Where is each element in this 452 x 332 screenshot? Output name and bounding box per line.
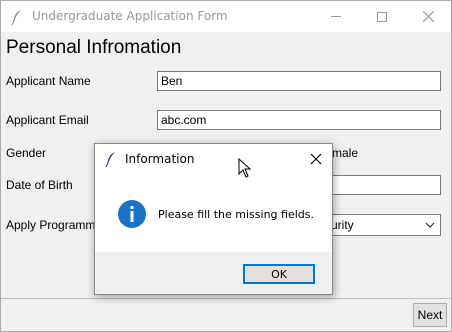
applicant-email-label: Applicant Email — [6, 113, 89, 127]
applicant-name-field[interactable]: Ben — [157, 71, 441, 91]
feather-icon — [105, 151, 117, 168]
apply-program-label: Apply Programm — [6, 218, 96, 232]
maximize-button[interactable] — [359, 1, 405, 32]
feather-icon — [11, 9, 23, 26]
dialog-message: Please fill the missing fields. — [158, 208, 314, 221]
close-icon — [422, 11, 434, 22]
information-dialog: Information Please fill the missing fiel… — [94, 143, 333, 295]
chevron-down-icon[interactable] — [424, 219, 436, 231]
close-button[interactable] — [405, 1, 451, 32]
gender-option-female[interactable]: male — [332, 146, 358, 160]
program-select-value: urity — [331, 218, 354, 232]
title-bar[interactable]: Undergraduate Application Form — [1, 1, 451, 32]
dialog-footer: OK — [95, 252, 332, 294]
gender-label: Gender — [6, 146, 47, 160]
minimize-icon — [331, 16, 341, 17]
applicant-name-label: Applicant Name — [6, 74, 91, 88]
date-of-birth-label: Date of Birth — [6, 178, 73, 192]
dialog-close-button[interactable] — [307, 150, 325, 168]
footer-separator — [1, 298, 451, 299]
dialog-title: Information — [125, 152, 195, 166]
next-button[interactable]: Next — [413, 303, 447, 327]
maximize-icon — [377, 11, 387, 22]
ok-button[interactable]: OK — [243, 264, 315, 284]
dialog-title-bar[interactable]: Information — [95, 144, 332, 174]
window-title: Undergraduate Application Form — [32, 9, 228, 23]
info-icon — [118, 200, 146, 228]
close-icon — [310, 153, 322, 165]
applicant-email-field[interactable]: abc.com — [157, 110, 441, 130]
page-title: Personal Infromation — [6, 37, 182, 58]
minimize-button[interactable] — [313, 1, 359, 32]
mouse-cursor-icon — [238, 158, 252, 178]
